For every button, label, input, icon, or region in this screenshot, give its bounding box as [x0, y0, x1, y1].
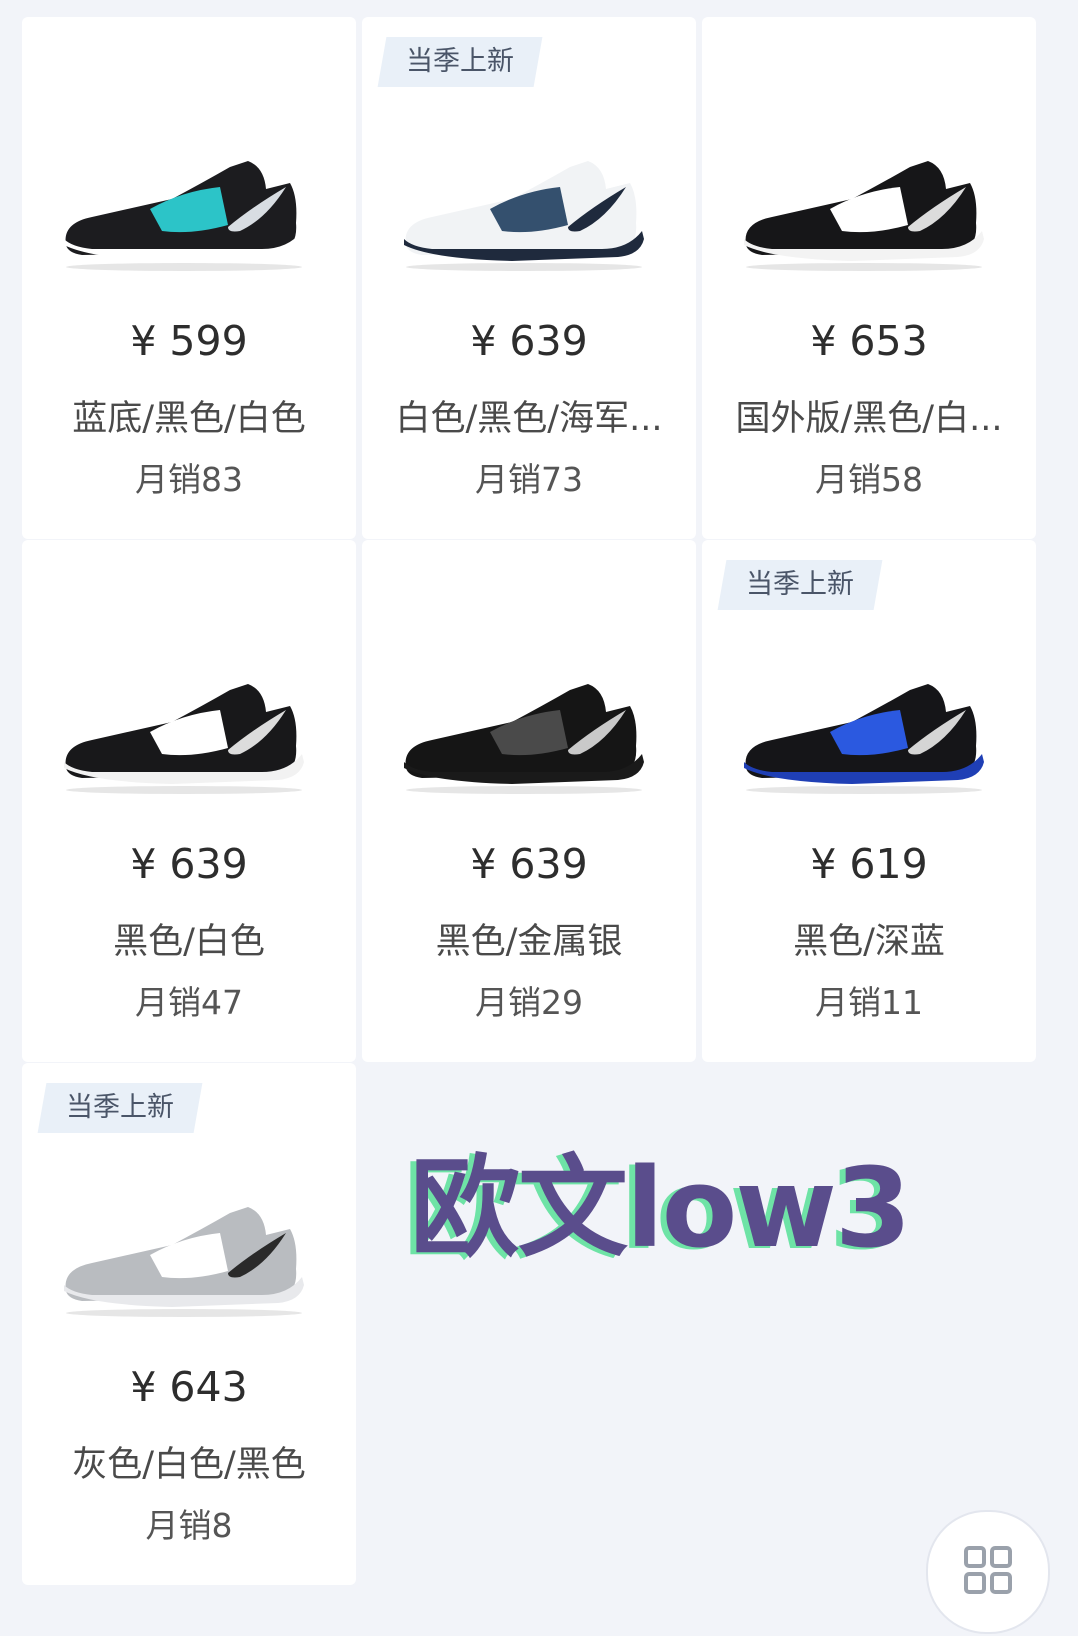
product-monthly-sales: 月销11	[815, 983, 923, 1022]
product-price: ¥ 599	[130, 317, 248, 365]
product-card[interactable]: 当季上新 ¥ 639 白色/黑色/海军... 月销73	[362, 17, 696, 539]
product-monthly-sales: 月销47	[135, 983, 243, 1022]
new-season-tag: 当季上新	[377, 37, 543, 87]
tag-label: 当季上新	[66, 1092, 174, 1123]
grid-view-button[interactable]	[926, 1510, 1050, 1634]
product-monthly-sales: 月销8	[145, 1506, 233, 1545]
shoe-image[interactable]	[392, 127, 666, 297]
product-name: 白色/黑色/海军...	[395, 399, 663, 439]
new-season-tag: 当季上新	[717, 560, 883, 610]
product-monthly-sales: 月销58	[815, 460, 923, 499]
product-price: ¥ 653	[810, 317, 928, 365]
tag-label: 当季上新	[406, 46, 514, 77]
product-card[interactable]: ¥ 599 蓝底/黑色/白色 月销83	[22, 17, 356, 539]
shoe-image[interactable]	[52, 650, 326, 820]
shoe-image[interactable]	[732, 127, 1006, 297]
product-card[interactable]: 当季上新 ¥ 643 灰色/白色/黑色 月销8	[22, 1063, 356, 1585]
product-monthly-sales: 月销73	[475, 460, 583, 499]
product-card[interactable]: 当季上新 ¥ 619 黑色/深蓝月销11	[702, 540, 1036, 1062]
shoe-image[interactable]	[732, 650, 1006, 820]
product-name: 黑色/金属银	[435, 922, 623, 962]
product-price: ¥ 619	[810, 840, 928, 888]
product-price: ¥ 639	[130, 840, 248, 888]
product-price: ¥ 643	[130, 1363, 248, 1411]
product-name: 蓝底/黑色/白色	[72, 399, 306, 439]
product-monthly-sales: 月销29	[475, 983, 583, 1022]
product-name: 国外版/黑色/白...	[735, 399, 1003, 439]
new-season-tag: 当季上新	[37, 1083, 203, 1133]
product-price: ¥ 639	[470, 317, 588, 365]
product-price: ¥ 639	[470, 840, 588, 888]
product-monthly-sales: 月销83	[135, 460, 243, 499]
shoe-image[interactable]	[52, 127, 326, 297]
product-name: 灰色/白色/黑色	[72, 1445, 306, 1485]
product-card[interactable]: ¥ 653 国外版/黑色/白... 月销58	[702, 17, 1036, 539]
grid-icon	[964, 1546, 1012, 1594]
watermark-text: 欧文low3	[410, 1144, 911, 1272]
shoe-image[interactable]	[392, 650, 666, 820]
shoe-image[interactable]	[52, 1173, 326, 1343]
product-name: 黑色/深蓝	[793, 922, 945, 962]
tag-label: 当季上新	[746, 569, 854, 600]
product-card[interactable]: ¥ 639 黑色/金属银 月销29	[362, 540, 696, 1062]
product-card[interactable]: ¥ 639 黑色/白色月销47	[22, 540, 356, 1062]
product-name: 黑色/白色	[113, 922, 265, 962]
